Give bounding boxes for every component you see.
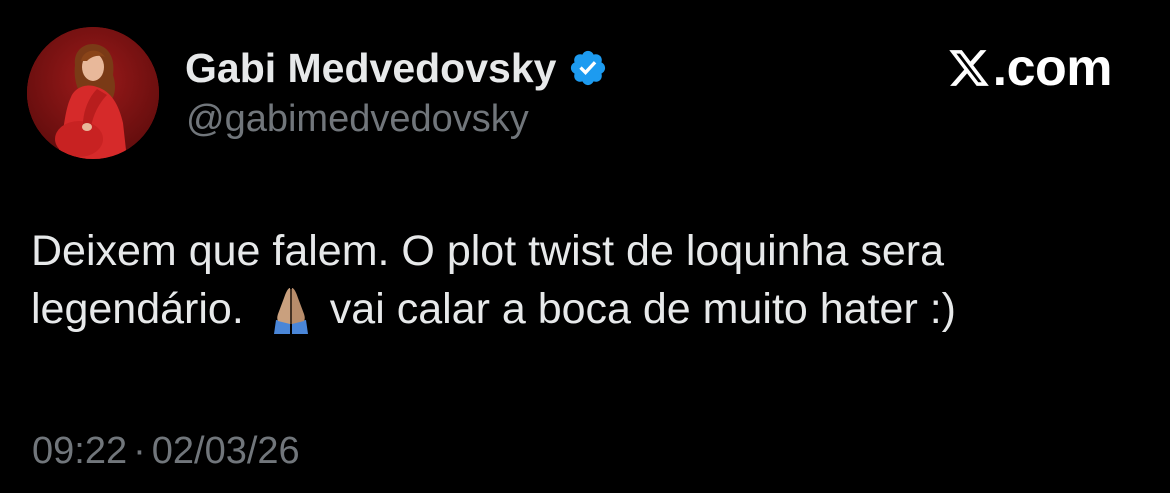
meta-separator: · [133, 430, 146, 472]
tweet-date: 02/03/26 [151, 430, 300, 472]
brand-watermark: .com [947, 38, 1113, 98]
avatar[interactable] [27, 27, 159, 159]
author-name-row: Gabi Medvedovsky [185, 42, 608, 94]
author-display-name[interactable]: Gabi Medvedovsky [185, 45, 556, 92]
brand-text: .com [992, 39, 1113, 97]
tweet-time: 09:22 [32, 430, 128, 472]
x-logo-icon [947, 45, 991, 91]
tweet-text-segment: vai calar a boca de muito hater :) [329, 285, 956, 333]
profile-photo-image [27, 27, 159, 159]
tweet-body: Deixem que falem. O plot twist de loquin… [31, 222, 1141, 338]
tweet-line-1: Deixem que falem. O plot twist de loquin… [31, 227, 945, 275]
tweet-text-segment: legendário. [31, 285, 244, 333]
tweet-timestamp[interactable]: 09:22 · 02/03/26 [32, 430, 300, 473]
verified-badge-icon [568, 48, 608, 88]
tweet-line-2: legendário. vai calar a boca de muito ha… [31, 280, 1141, 338]
praying-hands-icon [266, 284, 316, 334]
author-handle[interactable]: @gabimedvedovsky [186, 98, 529, 141]
